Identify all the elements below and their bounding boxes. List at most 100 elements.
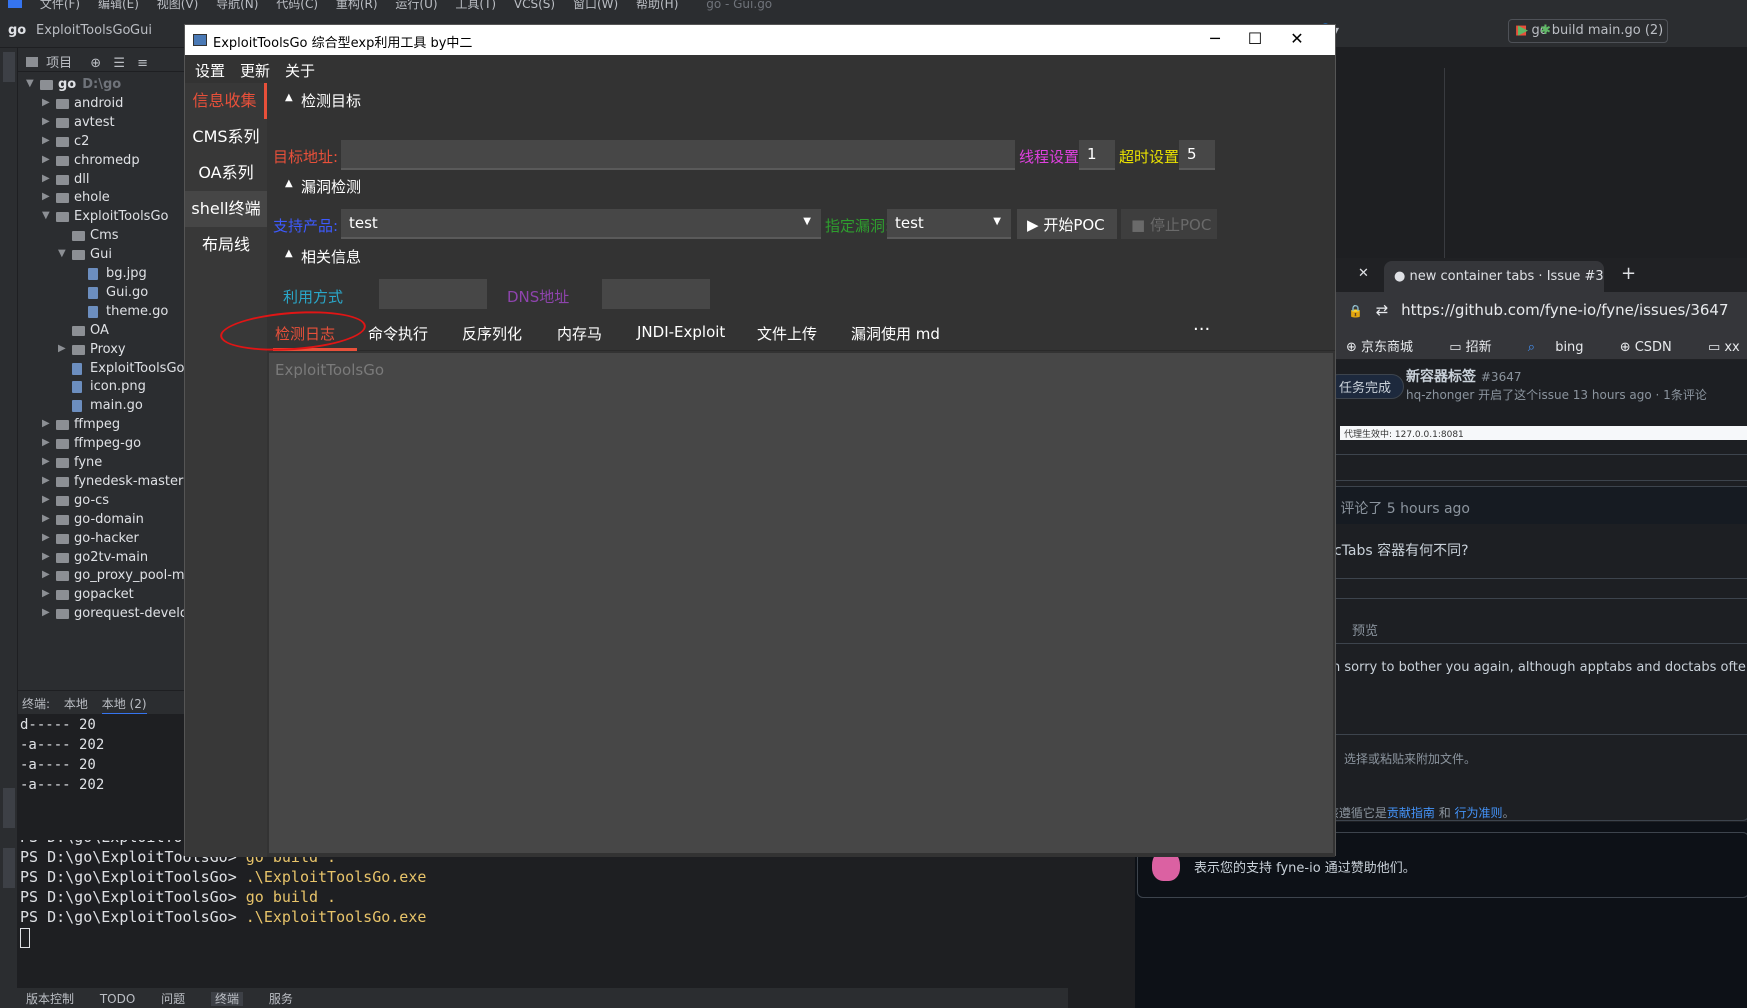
tab-jndi-exploit[interactable]: JNDI-Exploit bbox=[637, 323, 725, 341]
menu-tools[interactable]: 工具(T) bbox=[455, 0, 496, 10]
tab-vuln-usage[interactable]: 漏洞使用 md bbox=[851, 323, 940, 344]
run-config-select[interactable]: ■ go build main.go (2) ▾ bbox=[1508, 19, 1668, 43]
chevron-right-icon[interactable]: ▶ bbox=[42, 116, 50, 127]
nav-info-gathering[interactable]: 信息收集 bbox=[185, 83, 267, 119]
nav-cms[interactable]: CMS系列 bbox=[185, 119, 267, 155]
breadcrumb-gui[interactable]: Gui bbox=[130, 23, 152, 38]
chevron-right-icon[interactable]: ▶ bbox=[42, 588, 50, 599]
url-text[interactable]: https://github.com/fyne-io/fyne/issues/3… bbox=[1401, 301, 1728, 319]
address-bar[interactable]: 🔒 ⇄ https://github.com/fyne-io/fyne/issu… bbox=[1336, 292, 1747, 328]
menu-view[interactable]: 视图(V) bbox=[157, 0, 199, 10]
timeout-input[interactable]: 5 bbox=[1179, 140, 1215, 170]
bookmark-xx[interactable]: ▭ xx bbox=[1708, 340, 1747, 355]
tree-folder[interactable]: ▶ fynedesk-master bbox=[18, 472, 184, 493]
site-settings-icon[interactable]: ⇄ bbox=[1376, 301, 1389, 319]
locate-icon[interactable]: ⊕ bbox=[90, 56, 101, 71]
stop-poc-button[interactable]: ■ 停止POC bbox=[1121, 209, 1217, 239]
project-tool-icon[interactable] bbox=[3, 52, 15, 82]
tree-folder[interactable]: ▶ fyne bbox=[18, 453, 184, 474]
tree-file[interactable]: icon.png bbox=[18, 377, 184, 398]
chevron-right-icon[interactable]: ▶ bbox=[42, 551, 50, 562]
bookmark-bing[interactable]: ⌕ bing bbox=[1528, 340, 1600, 355]
chevron-right-icon[interactable]: ▶ bbox=[42, 418, 50, 429]
menu-edit[interactable]: 编辑(E) bbox=[98, 0, 139, 10]
tree-file[interactable]: main.go bbox=[18, 396, 184, 417]
browser-tab[interactable]: ● new container tabs · Issue #3 ✕ bbox=[1384, 261, 1604, 292]
menu-vcs[interactable]: VCS(S) bbox=[514, 0, 555, 10]
chevron-right-icon[interactable]: ▶ bbox=[42, 456, 50, 467]
preview-tab[interactable]: 预览 bbox=[1352, 620, 1378, 639]
close-icon[interactable]: ✕ bbox=[1277, 29, 1317, 51]
attach-hint[interactable]: 、选择或粘贴来附加文件。 bbox=[1336, 750, 1476, 767]
bookmark-csdn[interactable]: ⊕ CSDN bbox=[1620, 340, 1688, 355]
bookmark-zhaoxin[interactable]: ▭ 招新 bbox=[1449, 340, 1507, 355]
tab-deserialize[interactable]: 反序列化 bbox=[462, 323, 522, 344]
terminal-output[interactable]: PS D:\go\ExploitToolsGo> .\ExploitToolsG… bbox=[18, 840, 1068, 990]
tree-folder[interactable]: ▶ go_proxy_pool-m bbox=[18, 566, 184, 587]
services-tool-button[interactable]: 服务 bbox=[269, 992, 293, 1006]
terminal-cursor-line[interactable] bbox=[20, 928, 1068, 950]
run-icon[interactable]: ▶ bbox=[1518, 23, 1528, 38]
chevron-down-icon[interactable]: ▼ bbox=[58, 248, 66, 259]
structure-tool-icon[interactable] bbox=[3, 848, 15, 888]
accordion-vuln-detect[interactable]: ▲ 漏洞检测 bbox=[267, 169, 1335, 203]
tree-folder[interactable]: ▶ ffmpeg-go bbox=[18, 434, 184, 455]
chevron-right-icon[interactable]: ▶ bbox=[42, 475, 50, 486]
menu-navigate[interactable]: 导航(N) bbox=[216, 0, 258, 10]
chevron-right-icon[interactable]: ▶ bbox=[42, 569, 50, 580]
tree-folder[interactable]: ▶ dll bbox=[18, 170, 184, 191]
tree-folder[interactable]: ▶ chromedp bbox=[18, 151, 184, 172]
nav-oa[interactable]: OA系列 bbox=[185, 155, 267, 191]
nav-shell[interactable]: shell终端 bbox=[185, 191, 267, 227]
problems-tool-button[interactable]: 问题 bbox=[161, 992, 185, 1006]
tree-file[interactable]: theme.go bbox=[18, 302, 184, 323]
collapse-all-icon[interactable]: ≡ bbox=[137, 56, 148, 71]
tree-folder[interactable]: ▶ go2tv-main bbox=[18, 548, 184, 569]
chevron-right-icon[interactable]: ▶ bbox=[42, 191, 50, 202]
tree-folder[interactable]: ▼ go D:\go bbox=[18, 75, 184, 96]
maximize-icon[interactable]: ☐ bbox=[1235, 29, 1275, 51]
vcs-tool-button[interactable]: 版本控制 bbox=[26, 992, 74, 1006]
chevron-right-icon[interactable]: ▶ bbox=[42, 135, 50, 146]
terminal-tab-local-2[interactable]: 本地 (2) bbox=[101, 697, 147, 715]
close-tab-icon[interactable]: ✕ bbox=[1358, 266, 1369, 281]
detect-log-textarea[interactable]: ExploitToolsGo bbox=[269, 353, 1333, 853]
tree-folder[interactable]: ▶ Proxy bbox=[18, 340, 184, 361]
tree-folder[interactable]: ▼ Gui bbox=[18, 245, 184, 266]
breadcrumb-project[interactable]: ExploitToolsGo bbox=[36, 23, 131, 38]
debug-icon[interactable]: ✱ bbox=[1540, 23, 1551, 38]
tree-folder[interactable]: ▶ android bbox=[18, 94, 184, 115]
menu-refactor[interactable]: 重构(R) bbox=[336, 0, 378, 10]
dns-input[interactable] bbox=[602, 279, 710, 309]
tree-folder[interactable]: ▶ gopacket bbox=[18, 585, 184, 606]
tab-file-upload[interactable]: 文件上传 bbox=[757, 323, 817, 344]
tree-folder[interactable]: ▶ go-hacker bbox=[18, 529, 184, 550]
chevron-down-icon[interactable]: ▼ bbox=[42, 210, 50, 221]
chevron-right-icon[interactable]: ▶ bbox=[42, 532, 50, 543]
chevron-down-icon[interactable]: ▼ bbox=[26, 78, 34, 89]
expand-all-icon[interactable]: ☰ bbox=[113, 56, 125, 71]
chevron-right-icon[interactable]: ▶ bbox=[58, 343, 66, 354]
menu-help[interactable]: 帮助(H) bbox=[636, 0, 678, 10]
chevron-right-icon[interactable]: ▶ bbox=[42, 154, 50, 165]
menu-file[interactable]: 文件(F) bbox=[40, 0, 80, 10]
menu-settings[interactable]: 设置 bbox=[195, 60, 225, 81]
terminal-tool-button[interactable]: 终端 bbox=[210, 992, 243, 1006]
chevron-right-icon[interactable]: ▶ bbox=[42, 607, 50, 618]
project-label[interactable]: 项目 bbox=[46, 56, 72, 71]
bookmark-jd[interactable]: ⊕ 京东商城 bbox=[1346, 340, 1429, 355]
terminal-tab-local[interactable]: 本地 bbox=[64, 697, 88, 711]
nav-layout[interactable]: 布局线 bbox=[185, 227, 267, 263]
new-tab-icon[interactable]: + bbox=[1621, 263, 1636, 284]
code-of-conduct-link[interactable]: 行为准则 bbox=[1455, 806, 1503, 820]
tree-folder[interactable]: ▶ gorequest-develo bbox=[18, 604, 184, 625]
chevron-right-icon[interactable]: ▶ bbox=[42, 494, 50, 505]
accordion-related-info[interactable]: ▲ 相关信息 bbox=[267, 239, 1335, 273]
tree-file[interactable]: ExploitToolsGo bbox=[18, 359, 184, 380]
contributing-link[interactable]: 贡献指南 bbox=[1387, 806, 1435, 820]
accordion-detect-target[interactable]: ▲ 检测目标 bbox=[267, 83, 1335, 117]
start-poc-button[interactable]: ▶ 开始POC bbox=[1017, 209, 1117, 239]
bookmarks-tool-icon[interactable] bbox=[3, 788, 15, 828]
tab-command-exec[interactable]: 命令执行 bbox=[368, 323, 428, 344]
exploit-method-input[interactable] bbox=[379, 279, 487, 309]
